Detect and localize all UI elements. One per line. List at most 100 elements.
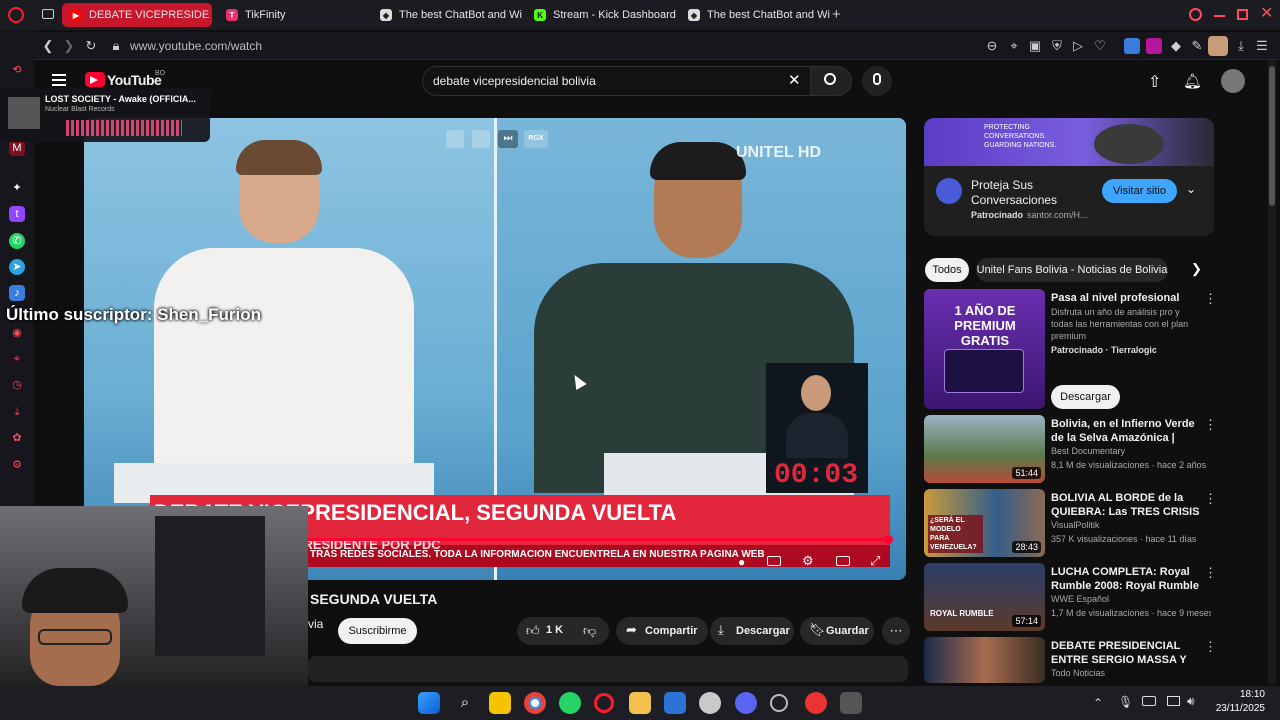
- search-button[interactable]: [810, 66, 852, 96]
- rec-thumbnail[interactable]: ¿SERÁ EL MODELO PARA VENEZUELA? 28:43: [924, 489, 1045, 557]
- opera-logo-icon[interactable]: [8, 7, 24, 23]
- scrollbar-thumb[interactable]: [1269, 66, 1275, 206]
- display-icon[interactable]: [1167, 696, 1180, 706]
- rec-thumbnail[interactable]: ROYAL RUMBLE 57:14: [924, 563, 1045, 631]
- chrome-icon[interactable]: [524, 692, 546, 714]
- ad-title[interactable]: Proteja Sus Conversaciones: [971, 178, 1081, 208]
- channel-name[interactable]: via: [308, 617, 323, 631]
- minimize-icon[interactable]: [1214, 15, 1225, 17]
- rec-channel[interactable]: Todo Noticias: [1051, 667, 1211, 680]
- clear-search-icon[interactable]: ✕: [788, 71, 801, 89]
- search-input[interactable]: debate vicepresidencial bolivia: [422, 66, 812, 96]
- rec-title[interactable]: DEBATE PRESIDENCIAL ENTRE SERGIO MASSA Y…: [1051, 639, 1201, 667]
- app-icon[interactable]: [805, 692, 827, 714]
- rec-more-icon[interactable]: ⋮: [1204, 291, 1217, 307]
- rec-title[interactable]: BOLIVIA AL BORDE de la QUIEBRA: Las TRES…: [1051, 491, 1201, 519]
- maximize-icon[interactable]: [1237, 9, 1248, 20]
- volume-icon[interactable]: 🔊︎: [1187, 694, 1195, 709]
- list-item[interactable]: ¿SERÁ EL MODELO PARA VENEZUELA? 28:43 BO…: [924, 489, 1217, 559]
- list-item[interactable]: 1 AÑO DE PREMIUM GRATIS Pasa al nivel pr…: [924, 289, 1217, 409]
- youtube-wordmark[interactable]: YouTube: [107, 72, 162, 88]
- rec-more-icon[interactable]: ⋮: [1204, 565, 1217, 581]
- rec-channel[interactable]: WWE Español: [1051, 593, 1211, 606]
- vpn-icon[interactable]: ⛨: [1049, 38, 1065, 54]
- file-explorer-icon[interactable]: [629, 692, 651, 714]
- downloads-icon[interactable]: ⤓: [1233, 38, 1249, 54]
- theater-mode-icon[interactable]: [836, 556, 850, 566]
- ad-card[interactable]: PROTECTING CONVERSATIONS. GUARDING NATIO…: [924, 118, 1214, 236]
- mic-tray-icon[interactable]: 🎙︎: [1118, 695, 1133, 709]
- search-icon[interactable]: ⌕: [454, 692, 476, 714]
- zoom-icon[interactable]: ⊖: [984, 38, 1000, 54]
- list-item[interactable]: DEBATE PRESIDENCIAL ENTRE SERGIO MASSA Y…: [924, 637, 1214, 683]
- like-count[interactable]: 1 K: [546, 624, 563, 636]
- rec-more-icon[interactable]: ⋮: [1204, 491, 1217, 507]
- rec-download-button[interactable]: Descargar: [1051, 385, 1120, 409]
- upload-icon[interactable]: ⇧: [1148, 72, 1161, 92]
- play-icon[interactable]: ▷: [1070, 38, 1086, 54]
- mail-icon[interactable]: M: [9, 140, 25, 156]
- discord-icon[interactable]: [735, 692, 757, 714]
- heart-icon[interactable]: ♡: [1092, 38, 1108, 54]
- tab-kick[interactable]: K Stream - Kick Dashboard: [526, 3, 676, 27]
- hamburger-menu-icon[interactable]: [52, 74, 66, 76]
- back-icon[interactable]: ❮: [40, 38, 56, 54]
- chip-todos[interactable]: Todos: [925, 258, 969, 282]
- twitch-icon[interactable]: t: [9, 206, 25, 222]
- store-icon[interactable]: [664, 692, 686, 714]
- extension-icon[interactable]: ◆: [1168, 38, 1184, 54]
- app-icon[interactable]: [840, 692, 862, 714]
- chip-unitel[interactable]: Unitel Fans Bolivia - Noticias de Bolivi…: [976, 258, 1168, 282]
- account-avatar[interactable]: [1221, 69, 1245, 93]
- subscribe-button[interactable]: Suscribirme: [338, 618, 417, 644]
- tab-chatbot-1[interactable]: ◆ The best ChatBot and Wi: [372, 3, 522, 27]
- tab-tikfinity[interactable]: T TikFinity: [218, 3, 368, 27]
- pin-icon[interactable]: ⌖: [9, 351, 25, 367]
- fullscreen-icon[interactable]: ⤢: [870, 553, 880, 569]
- clock-time[interactable]: 18:10: [1233, 689, 1265, 700]
- dislike-icon[interactable]: 👎︎: [583, 623, 596, 639]
- clock-date[interactable]: 23/11/2025: [1211, 703, 1265, 714]
- rec-title[interactable]: LUCHA COMPLETA: Royal Rumble 2008: Royal…: [1051, 565, 1201, 593]
- rec-thumbnail[interactable]: [924, 637, 1045, 683]
- download-icon[interactable]: ⤓: [9, 404, 25, 420]
- rec-more-icon[interactable]: ⋮: [1204, 639, 1214, 655]
- extensions-icon[interactable]: ✿: [9, 430, 25, 446]
- tray-chevron-icon[interactable]: ⌃: [1093, 696, 1103, 710]
- subtitles-icon[interactable]: [767, 556, 781, 566]
- extension-icon[interactable]: [1146, 38, 1162, 54]
- whatsapp-icon[interactable]: ✆: [9, 233, 25, 249]
- skip-icon[interactable]: ⏭: [498, 130, 518, 148]
- popout-icon[interactable]: [446, 130, 464, 148]
- reload-icon[interactable]: ↻: [83, 38, 99, 54]
- windows-start-icon[interactable]: [418, 692, 440, 714]
- puzzle-icon[interactable]: ✎: [1189, 38, 1205, 54]
- whatsapp-icon[interactable]: [559, 692, 581, 714]
- opera-icon[interactable]: [594, 693, 614, 713]
- app-icon[interactable]: ♪: [9, 285, 25, 301]
- rec-thumbnail[interactable]: 51:44: [924, 415, 1045, 483]
- settings-gear-icon[interactable]: ⚙: [802, 553, 814, 569]
- pip-icon[interactable]: [472, 130, 490, 148]
- keyboard-icon[interactable]: [1142, 696, 1156, 706]
- rec-channel[interactable]: Best Documentary: [1051, 445, 1211, 458]
- rec-thumbnail[interactable]: 1 AÑO DE PREMIUM GRATIS: [924, 289, 1045, 409]
- tab-debate[interactable]: ▶ DEBATE VICEPRESIDE: [62, 3, 212, 27]
- url-field[interactable]: www.youtube.com/watch: [130, 39, 262, 53]
- clock-icon[interactable]: ◷: [9, 377, 25, 393]
- rec-title[interactable]: Bolivia, en el Infierno Verde de la Selv…: [1051, 417, 1201, 445]
- description-box[interactable]: [308, 656, 908, 682]
- rec-more-icon[interactable]: ⋮: [1204, 417, 1217, 433]
- ad-expand-icon[interactable]: ⌄: [1186, 182, 1196, 196]
- tab-overview-icon[interactable]: [42, 9, 54, 19]
- autoplay-icon[interactable]: ●: [738, 555, 745, 569]
- list-item[interactable]: ROYAL RUMBLE 57:14 LUCHA COMPLETA: Royal…: [924, 563, 1217, 633]
- history-icon[interactable]: ⟲: [9, 62, 25, 78]
- more-actions-icon[interactable]: ⋯: [882, 617, 910, 645]
- rec-title[interactable]: Pasa al nivel profesional: [1051, 291, 1201, 305]
- progress-scrubber[interactable]: [884, 535, 893, 544]
- tab-chatbot-2[interactable]: ◆ The best ChatBot and Wi: [680, 3, 830, 27]
- pin-page-icon[interactable]: ⌖: [1006, 38, 1022, 54]
- close-window-icon[interactable]: ✕: [1260, 5, 1273, 23]
- profile-avatar[interactable]: [1208, 36, 1228, 56]
